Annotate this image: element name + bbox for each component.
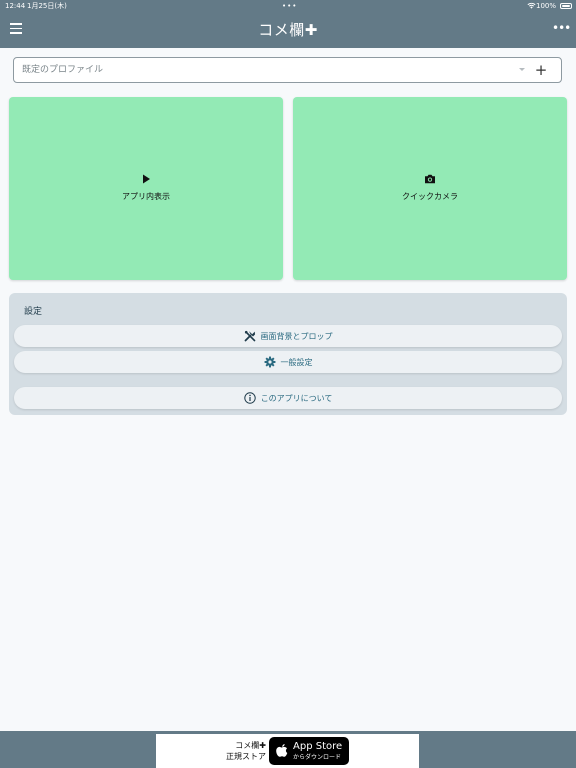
ad-line-1: コメ欄✚: [235, 741, 266, 750]
general-settings-label: 一般設定: [280, 357, 313, 367]
quick-camera-label: クイックカメラ: [402, 192, 458, 201]
ad-text: コメ欄✚ 正規ストア: [226, 740, 266, 762]
profile-select[interactable]: 既定のプロファイル +: [13, 57, 562, 83]
background-and-props-button[interactable]: 画面背景とプロップ: [14, 325, 562, 347]
battery-icon: [560, 3, 572, 9]
add-profile-button[interactable]: +: [533, 60, 549, 80]
profile-placeholder: 既定のプロファイル: [22, 65, 104, 75]
status-bar: 12:44 1月25日(木) ••• 100%: [0, 0, 576, 12]
battery-percent: 100%: [535, 2, 556, 10]
dropdown-arrow-icon[interactable]: [519, 68, 525, 71]
play-icon: [9, 174, 283, 186]
settings-panel: 設定 画面背景とプロップ 一般設定 このアプリについて: [9, 293, 567, 415]
camera-icon: [293, 174, 567, 186]
general-settings-button[interactable]: 一般設定: [14, 351, 562, 373]
quick-camera-tile[interactable]: クイックカメラ: [293, 97, 567, 280]
multitasking-dots-icon[interactable]: •••: [282, 0, 297, 12]
app-title: コメ欄✚: [258, 21, 318, 39]
settings-heading: 設定: [24, 307, 43, 317]
about-app-button[interactable]: このアプリについて: [14, 387, 562, 409]
status-time: 12:44: [5, 2, 26, 10]
about-app-label: このアプリについて: [260, 393, 333, 403]
status-date: 1月25日(木): [27, 2, 67, 10]
app-store-title: App Store: [293, 741, 343, 752]
app-store-subtitle: からダウンロード: [293, 754, 342, 761]
in-app-display-label: アプリ内表示: [122, 192, 170, 201]
background-and-props-label: 画面背景とプロップ: [260, 331, 333, 341]
more-options-icon[interactable]: •••: [552, 22, 571, 38]
app-store-badge[interactable]: App Store からダウンロード: [269, 737, 349, 765]
apple-logo-icon: [276, 744, 288, 757]
app-bar: コメ欄✚ •••: [0, 12, 576, 48]
tools-icon: [244, 330, 255, 342]
wifi-icon: [527, 2, 536, 9]
ad-banner[interactable]: コメ欄✚ 正規ストア App Store からダウンロード: [156, 734, 419, 768]
gear-icon: [264, 356, 275, 368]
in-app-display-tile[interactable]: アプリ内表示: [9, 97, 283, 280]
ad-line-2: 正規ストア: [226, 752, 266, 761]
info-icon: [243, 392, 256, 404]
